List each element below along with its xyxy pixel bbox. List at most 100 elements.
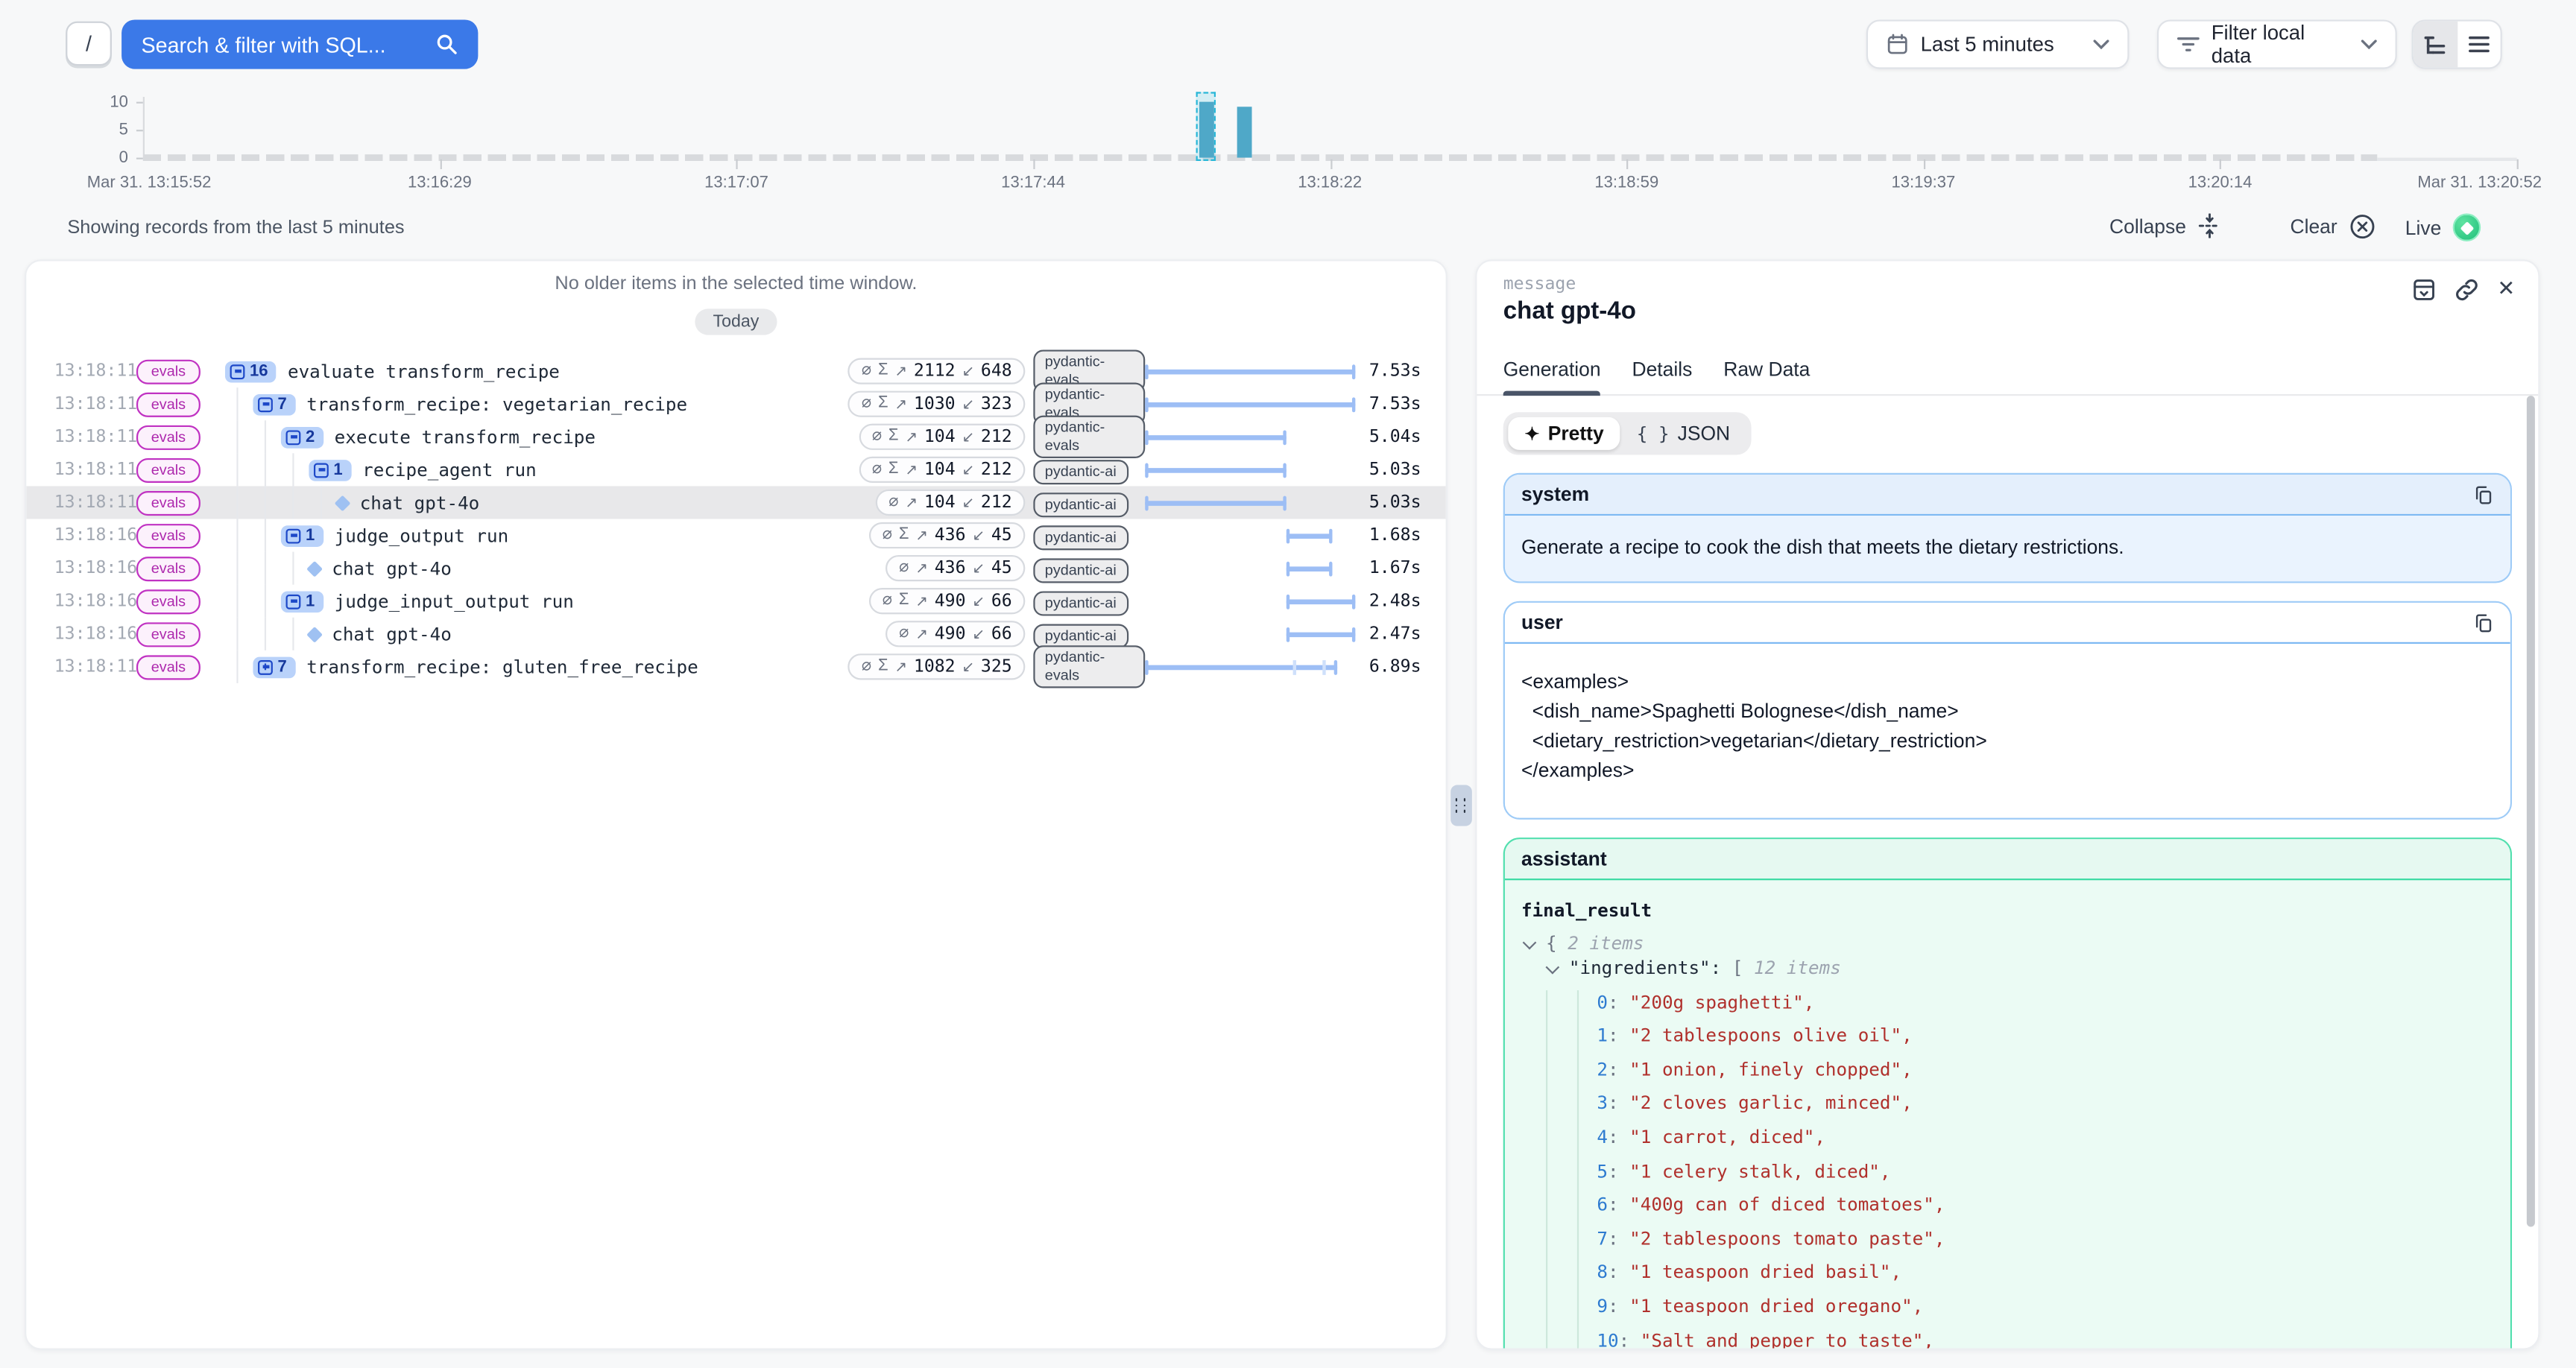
collapse-button[interactable]: Collapse [2109,214,2220,238]
row-timestamp: 13:18:16 [26,558,121,577]
trace-row[interactable]: 13:18:16 evals 1 judge_input_output run … [26,585,1445,618]
input-tokens-icon: ↗ [915,528,928,543]
slash-hotkey: / [66,22,112,66]
evals-badge[interactable]: evals [136,392,201,417]
time-range-button[interactable]: Last 5 minutes [1866,19,2130,69]
trace-row[interactable]: 13:18:16 evals 1 judge_output run ⌀ Σ ↗ … [26,519,1445,551]
trace-row[interactable]: 13:18:11 evals 7 transform_recipe: veget… [26,387,1445,420]
collapse-chip[interactable]: 7 [253,393,294,415]
evals-badge[interactable]: evals [136,457,201,482]
dock-panel-icon[interactable] [2412,277,2437,302]
tokens-pill: ⌀ Σ ↗ 104 ↙ 212 [876,490,1026,516]
ingredient-item: 10: "Salt and pepper to taste", [1597,1328,2493,1350]
clear-button[interactable]: Clear [2290,214,2375,240]
evals-badge[interactable]: evals [136,425,201,449]
item-index: 6 [1597,1194,1608,1216]
trace-row[interactable]: 13:18:16 evals chat gpt-4o ⌀ Σ ↗ 436 ↙ 4… [26,552,1445,585]
duration-bar[interactable] [1145,467,1285,472]
trace-row[interactable]: 13:18:16 evals chat gpt-4o ⌀ Σ ↗ 490 ↙ 6… [26,618,1445,650]
system-message-content: Generate a recipe to cook the dish that … [1505,516,2510,581]
search-button[interactable]: Search & filter with SQL... [121,19,478,69]
duration-text: 5.03s [1355,493,1445,512]
bar-segment-tick [1292,659,1295,674]
tab-details[interactable]: Details [1632,358,1692,393]
output-tokens-count: 45 [991,560,1012,577]
row-timestamp: 13:18:16 [26,624,121,644]
tokens-pill: ⌀ Σ ↗ 436 ↙ 45 [886,555,1026,581]
item-value: "200g spaghetti", [1629,991,1814,1013]
duration-lane [1145,519,1355,551]
trace-row[interactable]: 13:18:11 evals chat gpt-4o ⌀ Σ ↗ 104 ↙ 2… [26,486,1445,519]
final-result-label: final_result [1521,900,2494,922]
message-detail-panel: message chat gpt-4o ✕ GenerationDetailsR… [1475,259,2539,1350]
trace-row[interactable]: 13:18:11 evals 7 transform_recipe: glute… [26,650,1445,683]
filter-local-data-button[interactable]: Filter local data [2157,19,2397,69]
close-icon[interactable]: ✕ [2497,277,2515,302]
row-timestamp: 13:18:11 [26,493,121,512]
duration-bar[interactable] [1145,434,1286,440]
json-ingredients-line[interactable]: "ingredients": [ 12 items [1521,956,2494,981]
json-tab[interactable]: { } JSON [1620,417,1746,450]
span-tree-cell: chat gpt-4o [215,552,886,585]
input-tokens-icon: ↗ [915,561,928,576]
tree-indent-guide [265,585,266,618]
trace-row[interactable]: 13:18:11 evals 2 execute transform_recip… [26,420,1445,453]
histogram-bar[interactable] [1238,107,1253,157]
live-toggle[interactable]: Live [2405,214,2481,241]
evals-badge[interactable]: evals [136,490,201,515]
duration-bar[interactable] [1286,598,1355,604]
collapse-chip[interactable]: 2 [281,426,323,448]
span-name: evaluate transform_recipe [288,361,560,382]
copy-icon[interactable] [2472,612,2494,633]
input-tokens-icon: ↗ [915,627,928,642]
collapse-chip[interactable]: 16 [225,361,277,382]
pretty-tab[interactable]: ✦ Pretty [1508,417,1620,450]
output-tokens-icon: ↙ [962,396,974,411]
scrollbar-thumb[interactable] [2527,396,2535,1226]
ingredient-item: 5: "1 celery stalk, diced", [1597,1159,2493,1183]
duration-bar[interactable] [1286,533,1333,538]
evals-badge[interactable]: evals [136,523,201,548]
item-value: "1 onion, finely chopped", [1629,1059,1913,1080]
panel-resize-handle[interactable] [1450,785,1472,826]
item-index: 8 [1597,1261,1608,1283]
duration-bar[interactable] [1287,566,1332,571]
collapse-chip[interactable]: 1 [281,590,323,612]
evals-badge[interactable]: evals [136,359,201,384]
tab-generation[interactable]: Generation [1503,358,1601,393]
duration-text: 1.67s [1355,558,1445,577]
x-axis-dashed-baseline [143,154,2378,161]
output-tokens-count: 45 [991,527,1012,544]
collapse-box-icon [286,429,301,444]
duration-bar[interactable] [1286,631,1355,636]
tree-indent-guide [321,486,322,519]
collapse-chip[interactable]: 1 [281,525,323,546]
duration-lane [1145,387,1355,420]
evals-badge[interactable]: evals [136,621,201,646]
duration-bar[interactable] [1145,500,1285,505]
tab-raw-data[interactable]: Raw Data [1723,358,1810,393]
copy-link-icon[interactable] [2455,277,2479,302]
tree-view-button[interactable] [2414,22,2457,68]
evals-badge[interactable]: evals [136,556,201,580]
input-tokens-icon: ↗ [894,364,907,379]
trace-row[interactable]: 13:18:11 evals 1 recipe_agent run ⌀ Σ ↗ … [26,453,1445,486]
item-index: 7 [1597,1228,1608,1250]
json-root-line[interactable]: { 2 items [1521,931,2494,956]
collapse-chip[interactable]: 1 [309,459,350,481]
x-tick-label: 13:17:44 [1001,174,1065,192]
list-view-button[interactable] [2457,22,2500,68]
duration-bar[interactable] [1145,402,1355,407]
copy-icon[interactable] [2472,484,2494,505]
span-diamond-icon [335,495,351,511]
duration-bar[interactable] [1145,369,1355,374]
trace-row[interactable]: 13:18:11 evals 16 evaluate transform_rec… [26,355,1445,387]
evals-badge[interactable]: evals [136,589,201,613]
span-name: execute transform_recipe [335,426,596,448]
top-bar: / Search & filter with SQL... Last 5 min… [0,0,2576,82]
duration-text: 2.47s [1355,624,1445,644]
collapse-chip[interactable]: 7 [253,656,294,678]
histogram-bar[interactable] [1200,102,1215,158]
duration-bar[interactable] [1145,665,1337,670]
evals-badge[interactable]: evals [136,654,201,679]
